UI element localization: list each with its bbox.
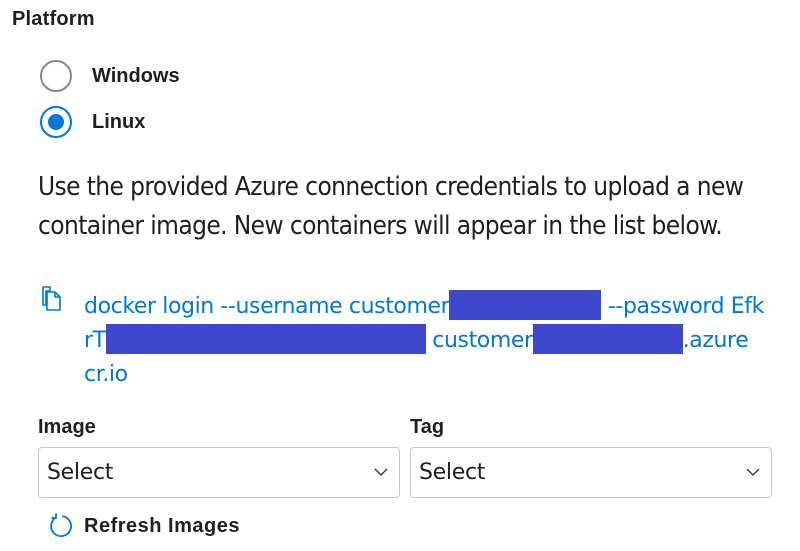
tag-select-value: Select [419,460,486,485]
radio-circle-checked-icon[interactable] [40,106,72,138]
radio-label-windows: Windows [92,64,180,87]
command-text: rT [84,328,106,353]
redacted-block [105,324,426,354]
docker-login-command-link[interactable]: docker login --username customer --passw… [84,290,774,392]
chevron-down-icon [374,468,388,476]
command-text: cr.io [84,362,128,387]
chevron-down-icon [746,468,760,476]
radio-label-linux: Linux [92,110,146,133]
refresh-images-button[interactable]: Refresh Images [48,510,240,542]
tag-select[interactable]: Select [410,447,772,498]
tag-label: Tag [410,416,445,438]
command-line-1: docker login --username customer --passw… [84,290,774,324]
command-text: --password Efk [601,294,765,319]
redacted-block [449,290,602,320]
copy-icon[interactable] [40,286,64,312]
radio-circle-unchecked-icon[interactable] [40,60,72,92]
radio-windows[interactable]: Windows [40,58,180,94]
command-line-3: cr.io [84,358,774,392]
command-text: customer [425,328,533,353]
platform-label: Platform [12,8,95,30]
command-text: .azure [682,328,749,353]
command-line-2: rT customer .azure [84,324,774,358]
radio-linux[interactable]: Linux [40,104,145,140]
refresh-images-label: Refresh Images [84,514,240,537]
command-text: docker login --username customer [84,294,450,319]
image-select[interactable]: Select [38,447,400,498]
instructions-text: Use the provided Azure connection creden… [38,172,744,241]
image-label: Image [38,416,96,438]
redacted-block [532,324,683,354]
image-select-value: Select [47,460,114,485]
refresh-icon [50,513,72,537]
